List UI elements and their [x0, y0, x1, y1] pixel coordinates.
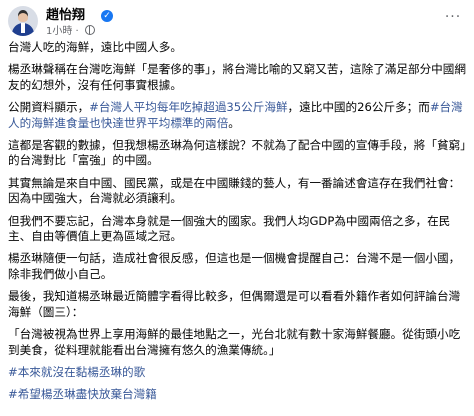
avatar-face: [18, 13, 28, 22]
author-name[interactable]: 趙怡翔: [46, 8, 85, 24]
paragraph-1: 台灣人吃的海鮮，遠比中國人多。: [8, 40, 182, 54]
avatar-shirt: [21, 23, 25, 33]
hashtag-link[interactable]: #希望楊丞琳盡快放棄台灣籍: [8, 387, 468, 402]
post-header: 趙怡翔 ✓ 1小時 · ···: [8, 6, 466, 38]
paragraph-9: 「台灣被視為世界上享用海鮮的最佳地點之一，光台北就有數十家海鮮餐廳。從街頭小吃到…: [8, 327, 461, 357]
paragraph-3-text-b: ，遠比中國的26公斤多；而: [287, 100, 430, 115]
verified-badge-icon: ✓: [101, 10, 113, 22]
paragraph-6: 但我們不要忘記，台灣本身就是一個強大的國家。我們人均GDP為中國兩倍之多，在民主…: [8, 213, 451, 244]
paragraph-8: 最後，我知道楊丞琳最近簡體字看得比較多，但偶爾還是可以看看外籍作者如何評論台灣海…: [8, 289, 461, 319]
paragraph-4: 這都是客觀的數據，但我想楊丞琳為何這樣說？不就為了配合中國的宣傳手段，將「貧窮」…: [8, 138, 466, 168]
avatar[interactable]: [8, 6, 38, 36]
post-meta: 1小時 ·: [46, 25, 95, 38]
hashtag-link[interactable]: #台灣人平均每年吃掉超過35公斤海鮮: [89, 100, 287, 114]
paragraph-3-text-a: 公開資料顯示，: [8, 100, 90, 115]
meta-separator: ·: [72, 26, 82, 37]
paragraph-7: 楊丞琳隨便一句話，造成社會很反感，但這也是一個機會提醒自己：台灣不是一個小國，除…: [8, 251, 461, 281]
post-time[interactable]: 1小時: [46, 26, 72, 37]
paragraph-5: 其實無論是來自中國、國民黨，或是在中國賺錢的藝人，有一番論述會這存在我們社會：因…: [8, 175, 461, 206]
paragraph-2: 楊丞琳聲稱在台灣吃海鮮「是奢侈的事」，將台灣比喻的又窮又苦，這除了滿足部分中國網…: [8, 62, 466, 92]
hashtag-link[interactable]: #本來就沒在黏楊丞琳的歌: [8, 365, 468, 380]
paragraph-3: 公開資料顯示，#台灣人平均每年吃掉超過35公斤海鮮，遠比中國的26公斤多；而#台…: [8, 100, 468, 131]
facebook-post: 趙怡翔 ✓ 1小時 · ··· 台灣人吃的海鮮，遠比中國人多。 楊丞琳聲稱在台灣…: [0, 0, 474, 416]
post-content: 台灣人吃的海鮮，遠比中國人多。 楊丞琳聲稱在台灣吃海鮮「是奢侈的事」，將台灣比喻…: [8, 40, 468, 410]
globe-icon: [84, 25, 95, 35]
paragraph-3-text-c: 。: [228, 115, 240, 130]
more-options-icon[interactable]: ···: [442, 10, 464, 28]
